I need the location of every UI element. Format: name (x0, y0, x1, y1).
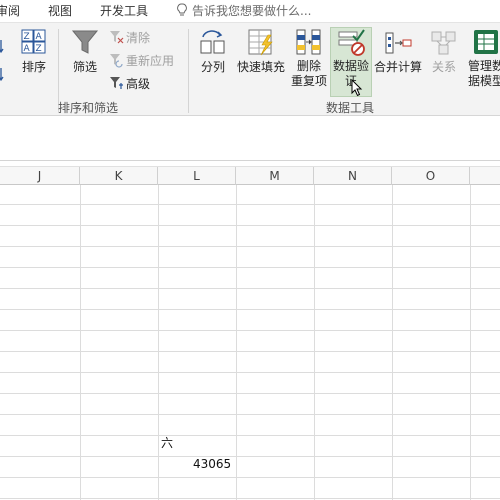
filter-button[interactable]: 筛选 (68, 27, 102, 75)
grid-row-line (0, 225, 500, 226)
sort-ascending-icon (0, 40, 4, 54)
reapply-button[interactable]: 重新应用 (108, 51, 174, 71)
column-header-p[interactable] (470, 167, 500, 185)
worksheet-grid[interactable]: 六 43065 (0, 185, 500, 500)
relationships-icon (431, 31, 456, 55)
sort-button[interactable]: Z A A Z 排序 (18, 27, 50, 75)
sort-label: 排序 (21, 60, 46, 74)
grid-row-line (0, 330, 500, 331)
text-to-columns-button[interactable]: 分列 (196, 27, 230, 75)
grid-row-line (0, 309, 500, 310)
sort-ascending-button[interactable] (0, 37, 16, 57)
tab-review[interactable]: 审阅 (0, 2, 20, 20)
advanced-filter-label: 高级 (126, 77, 151, 91)
consolidate-button[interactable]: 合并计算 (372, 27, 424, 75)
grid-column-line (470, 185, 471, 500)
grid-row-line (0, 414, 500, 415)
cell-l-number: 43065 (193, 457, 232, 471)
sort-filter-group-label: 排序和筛选 (58, 101, 119, 115)
grid-row-line (0, 477, 500, 478)
grid-row-line (0, 393, 500, 394)
advanced-filter-icon (110, 77, 123, 89)
grid-row-line (0, 288, 500, 289)
grid-row-line (0, 351, 500, 352)
ribbon-data-tab: Z A A Z 排序 筛选 清除 重新应用 高级 排序和筛选 分列 快速填充 删… (0, 22, 500, 116)
manage-data-model-button[interactable]: 管理数 据模型 (464, 27, 500, 89)
svg-text:Z: Z (24, 32, 30, 42)
advanced-filter-button[interactable]: 高级 (108, 74, 150, 94)
ribbon-separator (188, 29, 189, 113)
funnel-icon (71, 30, 99, 54)
column-header-o[interactable]: O (392, 167, 470, 185)
grid-row-line (0, 456, 500, 457)
svg-text:A: A (24, 44, 31, 54)
text-to-columns-label: 分列 (200, 60, 225, 74)
column-header-k[interactable]: K (80, 167, 158, 185)
ribbon-tab-bar: 审阅 视图 开发工具 告诉我您想要做什么... (0, 0, 500, 22)
grid-column-line (314, 185, 315, 500)
data-validation-label-1: 数据验 (332, 59, 369, 73)
flash-fill-icon (248, 29, 273, 56)
flash-fill-label: 快速填充 (236, 60, 285, 74)
column-header-l[interactable]: L (158, 167, 236, 185)
sort-descending-button[interactable] (0, 65, 16, 85)
text-to-columns-icon (200, 30, 225, 54)
column-header-m[interactable]: M (236, 167, 314, 185)
filter-label: 筛选 (72, 60, 97, 74)
remove-duplicates-icon (296, 29, 321, 55)
clear-filter-button[interactable]: 清除 (108, 28, 150, 48)
reapply-icon (110, 54, 123, 68)
relationships-label: 关系 (431, 60, 456, 74)
svg-text:A: A (36, 32, 43, 42)
grid-column-line (392, 185, 393, 500)
grid-row-line (0, 204, 500, 205)
mouse-cursor-icon (351, 79, 363, 97)
formula-bar-area (0, 117, 500, 161)
data-validation-icon (338, 29, 365, 56)
grid-row-line (0, 246, 500, 247)
remove-duplicates-button[interactable]: 删除 重复项 (290, 27, 328, 89)
tab-view[interactable]: 视图 (48, 2, 72, 20)
grid-row-line (0, 372, 500, 373)
manage-data-model-icon (474, 30, 498, 54)
sort-dialog-icon: Z A A Z (21, 29, 46, 54)
tab-developer[interactable]: 开发工具 (100, 2, 148, 20)
flash-fill-button[interactable]: 快速填充 (235, 27, 287, 75)
column-header-j[interactable]: J (0, 167, 80, 185)
tell-me-text: 告诉我您想要做什么... (192, 4, 312, 18)
grid-row-line (0, 435, 500, 436)
grid-column-line (158, 185, 159, 500)
grid-column-line (80, 185, 81, 500)
grid-row-line (0, 267, 500, 268)
remove-duplicates-label-2: 重复项 (290, 74, 327, 88)
svg-text:Z: Z (36, 44, 42, 54)
clear-filter-icon (110, 31, 124, 44)
manage-data-model-label-2: 据模型 (467, 74, 500, 88)
consolidate-icon (385, 32, 412, 54)
grid-row-line (0, 498, 500, 499)
tell-me-box[interactable]: 告诉我您想要做什么... (176, 2, 311, 20)
consolidate-label: 合并计算 (373, 60, 422, 74)
data-tools-group-label: 数据工具 (326, 101, 375, 115)
lightbulb-icon (177, 3, 187, 16)
clear-filter-label: 清除 (126, 31, 151, 45)
column-header-row: J K L M N O (0, 166, 500, 185)
grid-column-line (236, 185, 237, 500)
reapply-label: 重新应用 (126, 54, 175, 68)
remove-duplicates-label-1: 删除 (296, 59, 321, 73)
manage-data-model-label-1: 管理数 (467, 59, 500, 73)
relationships-button[interactable]: 关系 (426, 27, 462, 75)
cell-l-weekday: 六 (161, 436, 174, 450)
column-header-n[interactable]: N (314, 167, 392, 185)
sort-descending-icon (0, 68, 4, 82)
